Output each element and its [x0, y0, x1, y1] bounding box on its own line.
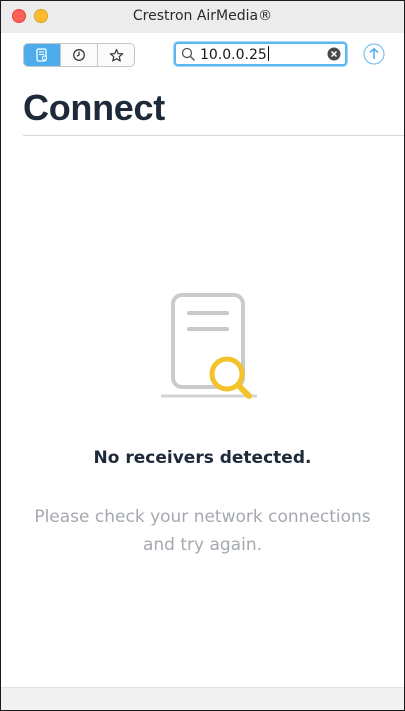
search-field[interactable]: 10.0.0.25 [174, 42, 347, 66]
search-input-value: 10.0.0.25 [200, 47, 267, 63]
view-segmented-control [23, 43, 135, 67]
upload-arrow-icon [363, 43, 385, 65]
empty-state-title: No receivers detected. [93, 448, 312, 468]
clear-search-icon[interactable] [327, 47, 341, 61]
text-caret [267, 46, 269, 61]
toolbar: 10.0.0.25 [1, 33, 404, 75]
search-icon [181, 47, 195, 61]
page-title: Connect [23, 87, 165, 128]
search-input[interactable]: 10.0.0.25 [200, 46, 269, 63]
app-window: Crestron AirMedia® 10.0.0.25 Connect No … [0, 0, 405, 711]
upload-button[interactable] [363, 43, 385, 65]
history-clock-icon [73, 49, 85, 61]
empty-state-message-line-2: and try again. [142, 535, 263, 555]
favorites-star-icon [109, 48, 123, 62]
title-bar[interactable]: Crestron AirMedia® [1, 1, 404, 33]
receivers-icon [36, 48, 48, 62]
receivers-tab-button[interactable] [24, 44, 61, 66]
document-search-icon [161, 293, 257, 399]
empty-state-message: Please check your network connections an… [21, 503, 384, 559]
empty-state-message-line-1: Please check your network connections [34, 507, 371, 527]
title-divider [23, 135, 404, 136]
bottom-status-bar [1, 687, 404, 710]
window-title: Crestron AirMedia® [132, 8, 273, 24]
favorites-tab-button[interactable] [98, 44, 134, 66]
history-tab-button[interactable] [61, 44, 98, 66]
